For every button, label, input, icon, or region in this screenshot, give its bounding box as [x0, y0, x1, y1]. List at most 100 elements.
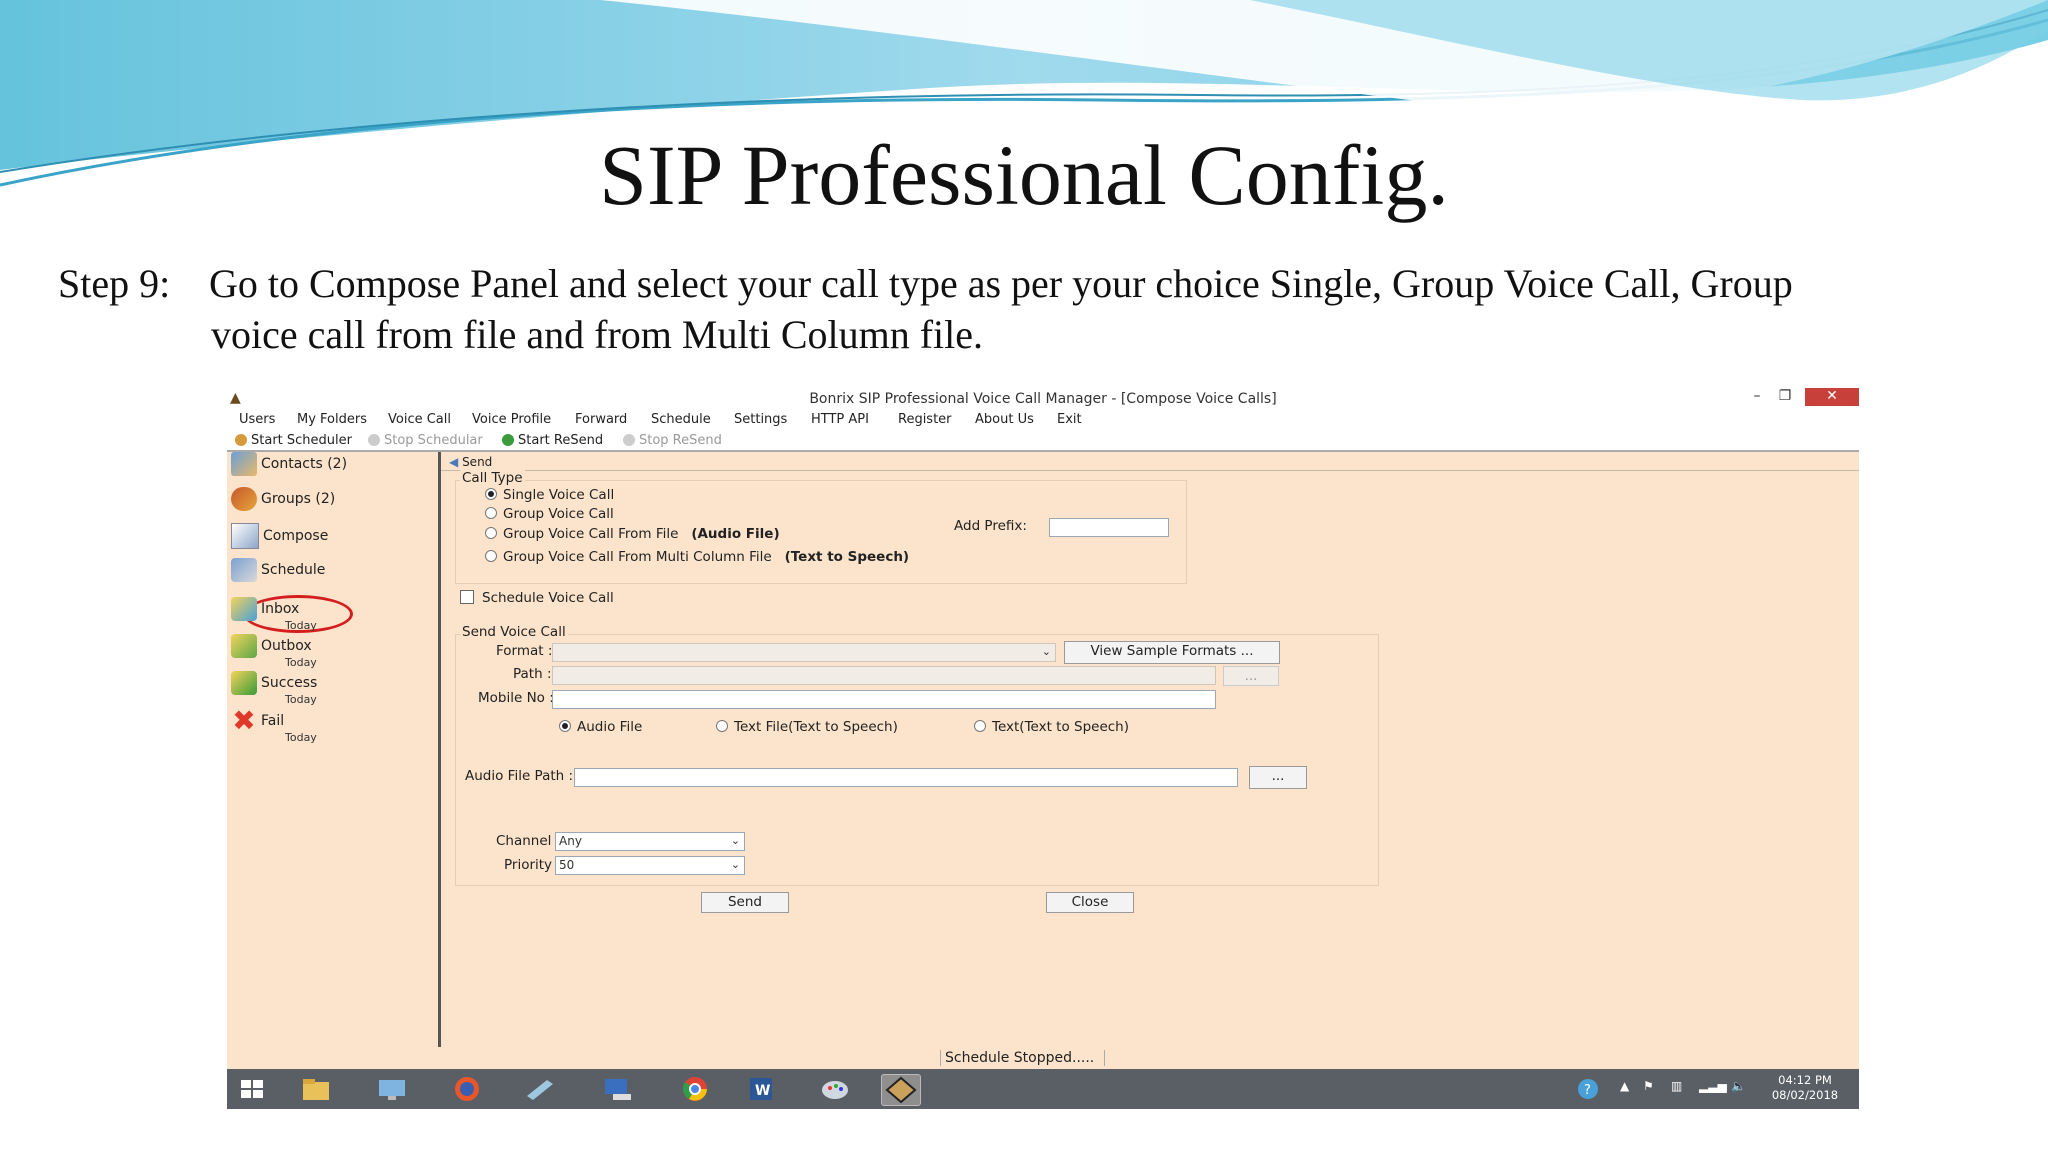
network-icon[interactable]: ▥ — [1671, 1079, 1682, 1093]
groups-icon — [231, 487, 257, 511]
menu-schedule[interactable]: Schedule — [651, 412, 711, 427]
audio-file-path-input[interactable] — [574, 768, 1238, 787]
radio-indicator — [974, 720, 986, 732]
radio-group-voice-call-from-file[interactable]: Group Voice Call From File (Audio File) — [485, 526, 780, 542]
format-label: Format : — [496, 643, 553, 659]
menu-voice-call[interactable]: Voice Call — [388, 412, 451, 427]
priority-label: Priority : — [504, 857, 561, 873]
send-voice-call-label: Send Voice Call — [460, 624, 568, 640]
volume-icon[interactable]: 🔈 — [1731, 1079, 1746, 1093]
radio-audio-file[interactable]: Audio File — [559, 719, 642, 735]
minimize-button[interactable]: – — [1745, 388, 1769, 406]
audio-file-path-label: Audio File Path : — [465, 768, 574, 784]
call-type-label: Call Type — [460, 470, 525, 486]
file-explorer-icon[interactable] — [297, 1074, 335, 1104]
mobile-no-input[interactable] — [552, 690, 1216, 709]
path-input[interactable] — [552, 666, 1216, 685]
scheduler-status: Schedule Stopped..... — [940, 1050, 1106, 1066]
radio-indicator — [485, 507, 497, 519]
outbox-sub-label: Today — [285, 656, 317, 669]
send-button[interactable]: Send — [701, 892, 789, 913]
sidebar-item-compose[interactable]: Compose — [231, 523, 328, 549]
priority-dropdown[interactable]: 50 ⌄ — [555, 856, 745, 875]
radio-group-voice-call[interactable]: Group Voice Call — [485, 506, 614, 522]
radio-indicator — [716, 720, 728, 732]
channel-dropdown[interactable]: Any ⌄ — [555, 832, 745, 851]
signal-icon[interactable]: ▂▃▅ — [1699, 1079, 1727, 1093]
close-window-button[interactable]: ✕ — [1805, 388, 1859, 406]
radio-text-tts[interactable]: Text(Text to Speech) — [974, 719, 1129, 735]
audio-browse-button[interactable]: ... — [1249, 766, 1307, 789]
compose-panel: ◀ Send Call Type Single Voice Call Group… — [441, 452, 1859, 1092]
step-number: Step 9: — [58, 261, 171, 306]
channel-label: Channel : — [496, 833, 561, 849]
app-window-screenshot: ▲ Bonrix SIP Professional Voice Call Man… — [227, 387, 1859, 1109]
menu-voice-profile[interactable]: Voice Profile — [472, 412, 551, 427]
menu-settings[interactable]: Settings — [734, 412, 787, 427]
windows-taskbar: W ? ▲ ⚑ ▥ ▂▃▅ 🔈 04:12 PM 08/02/2018 — [227, 1069, 1859, 1109]
menu-http-api[interactable]: HTTP API — [811, 412, 869, 427]
success-icon — [231, 671, 257, 695]
stop-resend-button[interactable]: Stop ReSend — [623, 433, 722, 448]
app-taskbar-icon[interactable] — [521, 1074, 559, 1104]
status-bar: Schedule Stopped..... — [227, 1047, 1859, 1069]
sidebar-item-contacts[interactable]: Contacts (2) — [231, 452, 347, 476]
scheduler-icon — [235, 434, 247, 446]
sidebar-item-fail[interactable]: ✖ Fail — [231, 707, 284, 735]
add-prefix-input[interactable] — [1049, 518, 1169, 537]
window-title: Bonrix SIP Professional Voice Call Manag… — [809, 391, 1277, 407]
schedule-voice-call-checkbox[interactable]: Schedule Voice Call — [460, 590, 614, 606]
start-resend-button[interactable]: Start ReSend — [502, 433, 603, 448]
bonrix-app-icon[interactable] — [881, 1074, 921, 1106]
sidebar-item-schedule[interactable]: Schedule — [231, 558, 325, 582]
stop-icon — [368, 434, 380, 446]
clock-time: 04:12 PM — [1778, 1073, 1832, 1087]
menu-exit[interactable]: Exit — [1057, 412, 1082, 427]
menu-about-us[interactable]: About Us — [975, 412, 1034, 427]
format-dropdown[interactable]: ⌄ — [552, 643, 1056, 662]
compose-icon — [231, 523, 259, 549]
radio-text-file-tts[interactable]: Text File(Text to Speech) — [716, 719, 898, 735]
stop-scheduler-button[interactable]: Stop Schedular — [368, 433, 483, 448]
menu-register[interactable]: Register — [898, 412, 952, 427]
view-sample-formats-button[interactable]: View Sample Formats ... — [1064, 641, 1280, 664]
contacts-icon — [231, 452, 257, 476]
sidebar-item-success[interactable]: Success — [231, 671, 317, 695]
firefox-icon[interactable] — [448, 1074, 486, 1104]
radio-indicator — [485, 488, 497, 500]
clock-date: 08/02/2018 — [1771, 1088, 1839, 1102]
close-button[interactable]: Close — [1046, 892, 1134, 913]
menu-users[interactable]: Users — [239, 412, 275, 427]
start-menu-icon[interactable] — [233, 1074, 271, 1104]
toolbar: Start Scheduler Stop Schedular Start ReS… — [227, 429, 1859, 452]
network-computer-icon[interactable] — [599, 1074, 637, 1104]
clock[interactable]: 04:12 PM 08/02/2018 — [1769, 1073, 1841, 1103]
menu-bar: Users My Folders Voice Call Voice Profil… — [227, 409, 1859, 429]
action-center-flag-icon[interactable]: ⚑ — [1643, 1079, 1654, 1093]
send-tab[interactable]: ◀ Send — [449, 455, 492, 469]
radio-group-voice-call-multi-column[interactable]: Group Voice Call From Multi Column File … — [485, 549, 909, 565]
chevron-down-icon: ⌄ — [1041, 645, 1051, 658]
restore-button[interactable]: ❐ — [1773, 388, 1797, 406]
step-text-line-2: voice call from file and from Multi Colu… — [211, 312, 984, 357]
step-text-line-1: Go to Compose Panel and select your call… — [209, 261, 1793, 306]
add-prefix-label: Add Prefix: — [954, 518, 1027, 534]
chevron-down-icon: ⌄ — [730, 858, 740, 871]
chrome-icon[interactable] — [676, 1074, 714, 1104]
radio-indicator — [485, 527, 497, 539]
sidebar-item-outbox[interactable]: Outbox — [231, 634, 312, 658]
start-scheduler-button[interactable]: Start Scheduler — [235, 433, 352, 448]
sidebar-item-groups[interactable]: Groups (2) — [231, 487, 335, 511]
menu-my-folders[interactable]: My Folders — [297, 412, 367, 427]
slide-title: SIP Professional Config. — [599, 127, 1449, 223]
sidebar-item-inbox[interactable]: Inbox — [231, 597, 299, 621]
remote-desktop-icon[interactable] — [373, 1074, 411, 1104]
path-browse-button[interactable]: ... — [1223, 666, 1279, 686]
word-icon[interactable]: W — [742, 1074, 780, 1104]
radio-indicator — [559, 720, 571, 732]
paint-icon[interactable] — [816, 1074, 854, 1104]
radio-single-voice-call[interactable]: Single Voice Call — [485, 487, 614, 503]
menu-forward[interactable]: Forward — [575, 412, 627, 427]
help-tray-icon[interactable]: ? — [1575, 1077, 1601, 1104]
show-hidden-icons-icon[interactable]: ▲ — [1620, 1079, 1629, 1093]
